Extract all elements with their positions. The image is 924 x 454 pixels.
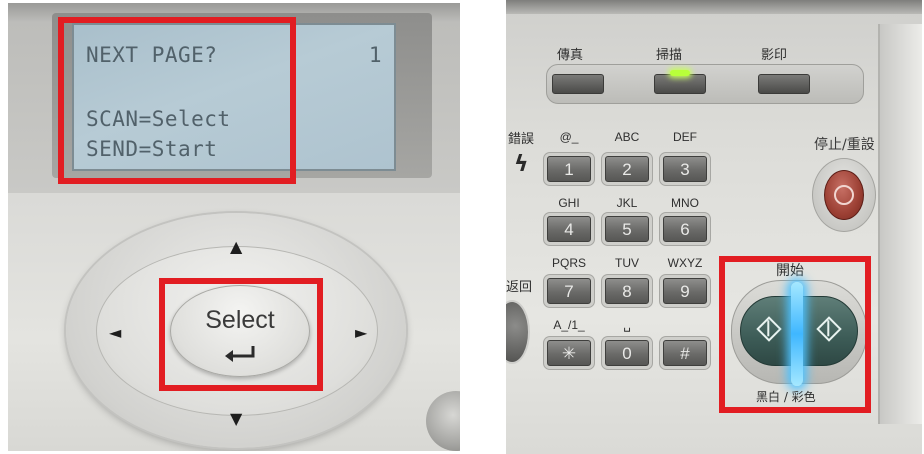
printer-control-panel-photo-left: NEXT PAGE? 1 SCAN=Select SEND=Start ▲ ▼ … [8,3,460,451]
panel-side [878,24,922,424]
arrow-up-button[interactable]: ▲ [230,239,242,255]
keypad-key-hash[interactable]: # [663,340,707,366]
key-letters-7: PQRS [551,256,586,270]
copy-mode-button[interactable] [758,74,810,94]
key-letters-1: @_ [559,130,579,144]
key-letters-5: JKL [616,196,638,210]
keypad-key-5[interactable]: 5 [605,216,649,242]
key-letters-4: GHI [558,196,580,210]
error-label: 錯誤 [508,132,535,147]
keypad-key-9[interactable]: 9 [663,278,707,304]
arrow-right-button[interactable]: ► [355,325,367,341]
keypad-key-3[interactable]: 3 [663,156,707,182]
keypad-key-6[interactable]: 6 [663,216,707,242]
highlight-lcd-box [58,17,296,184]
keypad-key-4[interactable]: 4 [547,216,591,242]
mode-label-fax: 傳真 [557,48,584,63]
keypad-key-2[interactable]: 2 [605,156,649,182]
redial-button[interactable] [506,300,530,364]
key-letters-2: ABC [614,130,640,144]
key-letters-8: TUV [615,256,639,270]
stop-icon [834,185,854,205]
arrow-down-button[interactable]: ▼ [230,411,242,427]
scan-mode-button[interactable] [654,74,706,94]
keypad-key-8[interactable]: 8 [605,278,649,304]
key-letters-6: MNO [671,196,699,210]
panel-top-edge [506,0,922,14]
keypad-key-star[interactable]: ✳ [547,340,591,366]
arrow-left-button[interactable]: ◄ [109,325,121,341]
highlight-select-box [159,278,323,391]
keypad-key-7[interactable]: 7 [547,278,591,304]
lcd-page-number: 1 [368,43,382,67]
key-letters-9: WXYZ [667,256,703,270]
key-letters-0: ␣ [623,318,631,332]
key-letters-star: A_/1_ [553,318,585,332]
stop-reset-button[interactable] [824,170,864,220]
fax-mode-button[interactable] [552,74,604,94]
mode-label-scan: 掃描 [656,48,683,63]
highlight-start-box [719,256,871,413]
clear-icon[interactable]: ϟ [514,152,529,177]
mode-label-copy: 影印 [761,48,788,63]
key-letters-3: DEF [673,130,697,144]
redial-label: 返回 [506,280,533,295]
printer-control-panel-photo-right: 傳真 掃描 影印 錯誤 ϟ 返回 @_ ABC DEF 1 2 3 GHI JK… [506,0,922,454]
corner-button [426,391,460,451]
stop-reset-label: 停止/重設 [814,137,875,153]
keypad-key-1[interactable]: 1 [547,156,591,182]
scan-led-indicator [670,70,690,76]
keypad-key-0[interactable]: 0 [605,340,649,366]
